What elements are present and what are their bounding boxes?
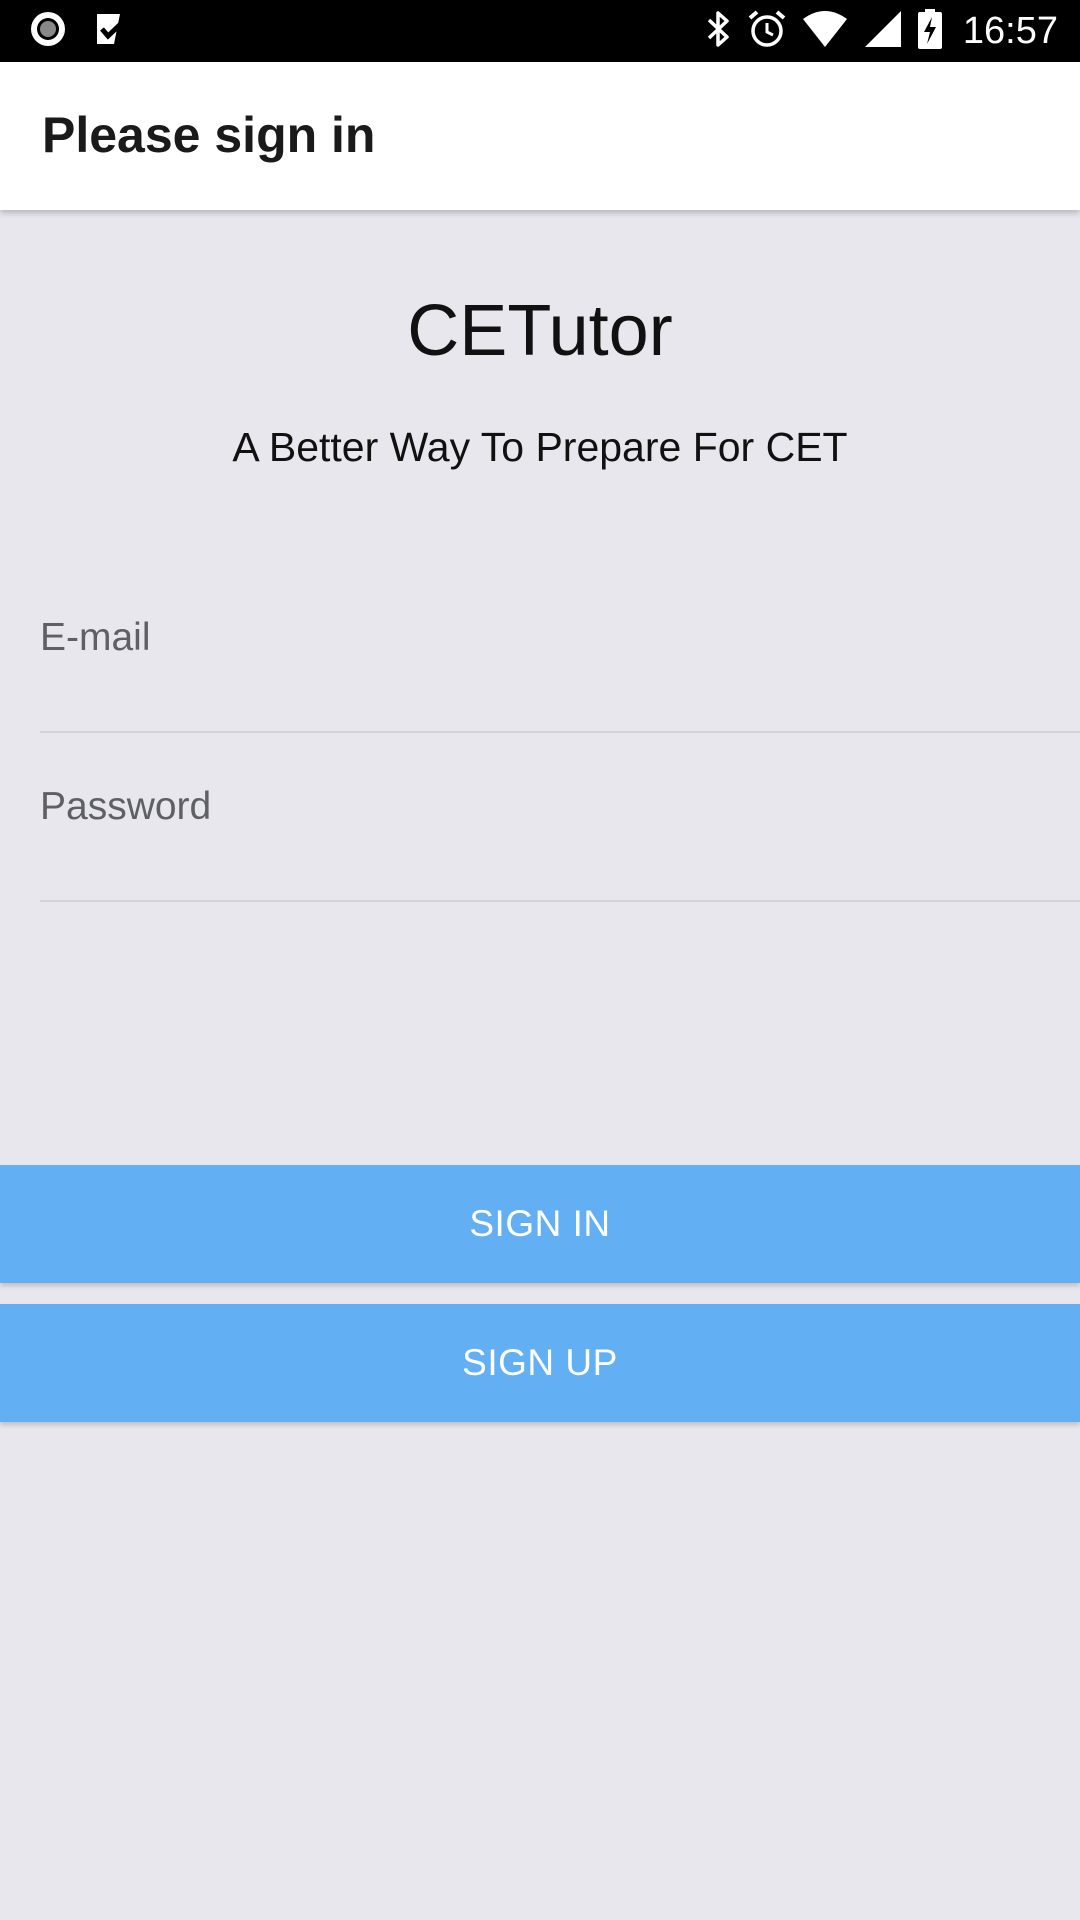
signal-icon [863, 9, 903, 54]
sign-in-button[interactable]: SIGN IN [0, 1165, 1080, 1283]
app-bar: Please sign in [0, 62, 1080, 210]
email-field[interactable] [40, 601, 1080, 731]
app-tagline: A Better Way To Prepare For CET [232, 424, 848, 470]
status-left-icons [28, 11, 132, 52]
bluetooth-icon [705, 9, 733, 54]
app-name: CETutor [407, 291, 673, 371]
page-title: Please sign in [42, 107, 376, 163]
status-right-icons: 16:57 [705, 8, 1058, 55]
check-notification-icon [94, 11, 132, 52]
status-bar: 16:57 [0, 0, 1080, 62]
alarm-icon [747, 9, 787, 54]
sign-up-button[interactable]: SIGN UP [0, 1304, 1080, 1422]
battery-charging-icon [917, 8, 943, 55]
email-field-container [40, 601, 1080, 733]
record-icon [28, 9, 68, 54]
password-field-container [40, 770, 1080, 902]
status-time: 16:57 [962, 9, 1058, 52]
wifi-icon [801, 9, 849, 54]
password-field[interactable] [40, 770, 1080, 900]
